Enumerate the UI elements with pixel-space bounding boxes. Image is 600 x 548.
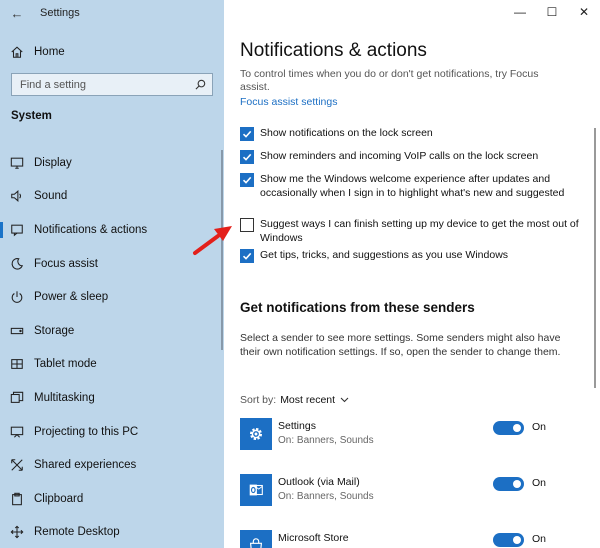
option-suggest-setup[interactable]: Suggest ways I can finish setting up my … [240, 218, 580, 245]
home-nav-item[interactable]: Home [0, 40, 224, 64]
store-icon [240, 530, 272, 548]
toggle-knob [513, 424, 521, 432]
content-scrollbar[interactable] [594, 128, 596, 388]
checkbox-checked[interactable] [240, 127, 254, 141]
sender-status: On: Banners, Sounds [278, 491, 374, 502]
sidebar-item-label: Clipboard [34, 492, 84, 505]
sender-name: Settings [278, 420, 316, 432]
sidebar-item-multitasking[interactable]: Multitasking [0, 381, 224, 415]
sidebar-item-label: Power & sleep [34, 291, 109, 304]
toggle-knob [513, 536, 521, 544]
toggle-state: On [532, 421, 547, 433]
sort-value[interactable]: Most recent [280, 394, 335, 406]
sidebar-item-label: Multitasking [34, 391, 95, 404]
checkbox-unchecked[interactable] [240, 218, 254, 232]
sender-name: Outlook (via Mail) [278, 476, 360, 488]
sidebar-item-label: Display [34, 156, 72, 169]
sort-by-control[interactable]: Sort by: Most recent [240, 394, 349, 406]
sidebar-item-label: Tablet mode [34, 358, 97, 371]
focus-assist-icon [0, 257, 34, 271]
projecting-icon [0, 425, 34, 439]
chevron-down-icon[interactable] [340, 394, 349, 406]
toggle-state: On [532, 477, 547, 489]
focus-assist-settings-link[interactable]: Focus assist settings [240, 96, 337, 108]
power-icon [0, 290, 34, 304]
option-tips-tricks[interactable]: Get tips, tricks, and suggestions as you… [240, 249, 580, 263]
sidebar-item-label: Remote Desktop [34, 526, 120, 539]
sort-label: Sort by: [240, 394, 277, 406]
toggle-state: On [532, 533, 547, 545]
shared-icon [0, 458, 34, 472]
outlook-icon [240, 474, 272, 506]
sidebar-item-label: Sound [34, 190, 68, 203]
sidebar-item-focus-assist[interactable]: Focus assist [0, 247, 224, 281]
option-label: Show reminders and incoming VoIP calls o… [260, 150, 539, 162]
section-title: System [11, 110, 52, 122]
multitasking-icon [0, 391, 34, 405]
intro-text: To control times when you do or don't ge… [240, 68, 539, 93]
notifications-icon [0, 223, 34, 237]
sender-microsoft-store[interactable]: Microsoft Store On [240, 530, 580, 548]
option-label: Suggest ways I can finish setting up my … [260, 218, 579, 244]
annotation-arrow-icon [193, 226, 232, 255]
sound-icon [0, 189, 34, 203]
checkbox-checked[interactable] [240, 150, 254, 164]
sender-status: On: Banners, Sounds [278, 435, 374, 446]
sidebar-item-remote-desktop[interactable]: Remote Desktop [0, 516, 224, 548]
sender-toggle[interactable] [493, 533, 524, 547]
sidebar-item-sound[interactable]: Sound [0, 180, 224, 214]
option-welcome-experience[interactable]: Show me the Windows welcome experience a… [240, 173, 580, 200]
window-title: Settings [40, 7, 80, 19]
sender-toggle[interactable] [493, 421, 524, 435]
page-title: Notifications & actions [240, 40, 427, 61]
sidebar-item-label: Storage [34, 324, 75, 337]
checkbox-checked[interactable] [240, 173, 254, 187]
option-label: Show notifications on the lock screen [260, 127, 433, 139]
home-label: Home [34, 46, 65, 58]
sender-outlook[interactable]: Outlook (via Mail) On: Banners, Sounds O… [240, 474, 580, 510]
sidebar-item-clipboard[interactable]: Clipboard [0, 482, 224, 516]
toggle-knob [513, 480, 521, 488]
title-bar: ← Settings [0, 0, 224, 26]
back-button[interactable]: ← [0, 0, 34, 26]
sender-name: Microsoft Store [278, 532, 349, 544]
sidebar-item-storage[interactable]: Storage [0, 314, 224, 348]
nav-list: Display Sound Notifications & actions Fo… [0, 146, 224, 548]
option-lock-screen-notifications[interactable]: Show notifications on the lock screen [240, 127, 580, 141]
storage-icon [0, 324, 34, 338]
sender-toggle[interactable] [493, 477, 524, 491]
sidebar-item-label: Notifications & actions [34, 223, 148, 236]
search-icon[interactable] [195, 79, 206, 90]
sidebar-item-projecting[interactable]: Projecting to this PC [0, 415, 224, 449]
sender-settings[interactable]: Settings On: Banners, Sounds On [240, 418, 580, 454]
gear-icon [240, 418, 272, 450]
sidebar: ← Settings Home System Display Sound [0, 0, 224, 548]
sidebar-item-shared-experiences[interactable]: Shared experiences [0, 448, 224, 482]
clipboard-icon [0, 492, 34, 506]
option-label: Show me the Windows welcome experience a… [260, 173, 565, 199]
sidebar-item-label: Focus assist [34, 257, 98, 270]
content-pane: — ☐ ✕ Notifications & actions To control… [224, 0, 600, 548]
home-icon [0, 45, 34, 59]
option-reminders-voip[interactable]: Show reminders and incoming VoIP calls o… [240, 150, 580, 164]
search-box[interactable] [11, 73, 213, 96]
tablet-icon [0, 357, 34, 371]
sidebar-item-display[interactable]: Display [0, 146, 224, 180]
sidebar-item-tablet-mode[interactable]: Tablet mode [0, 348, 224, 382]
close-button[interactable]: ✕ [568, 0, 600, 24]
checkbox-checked[interactable] [240, 249, 254, 263]
sidebar-item-label: Projecting to this PC [34, 425, 139, 438]
senders-heading: Get notifications from these senders [240, 300, 475, 315]
minimize-button[interactable]: — [504, 0, 536, 24]
sidebar-item-notifications[interactable]: Notifications & actions [0, 213, 224, 247]
sidebar-item-label: Shared experiences [34, 459, 137, 472]
sidebar-item-power[interactable]: Power & sleep [0, 280, 224, 314]
option-label: Get tips, tricks, and suggestions as you… [260, 249, 509, 261]
search-input[interactable] [20, 78, 190, 91]
window-controls: — ☐ ✕ [504, 0, 600, 26]
senders-description: Select a sender to see more settings. So… [240, 332, 561, 358]
remote-desktop-icon [0, 525, 34, 539]
display-icon [0, 156, 34, 170]
maximize-button[interactable]: ☐ [536, 0, 568, 24]
